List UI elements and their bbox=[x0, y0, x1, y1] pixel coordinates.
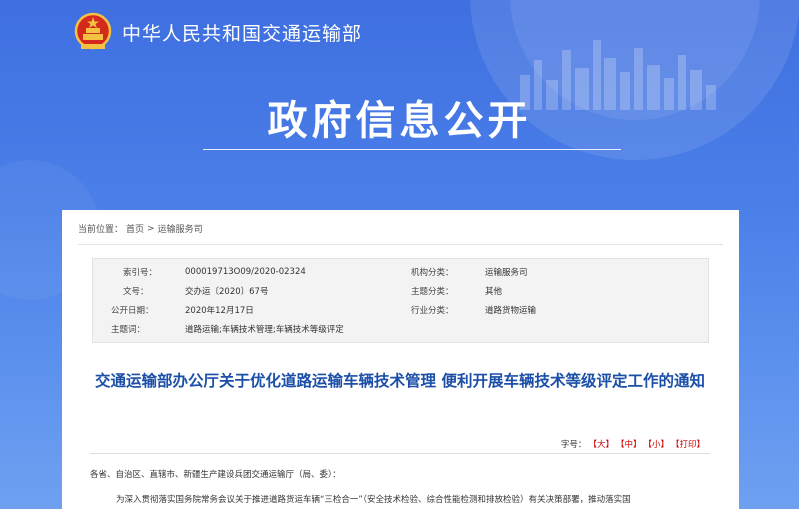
index-value: 000019713O09/2020-02324 bbox=[185, 267, 306, 277]
national-emblem-icon[interactable] bbox=[74, 12, 112, 52]
topic-label: 主题分类： bbox=[411, 287, 454, 297]
docno-value: 交办运〔2020〕67号 bbox=[185, 287, 269, 297]
breadcrumb-prefix: 当前位置： bbox=[78, 225, 124, 235]
title-divider bbox=[203, 149, 621, 150]
site-name[interactable]: 中华人民共和国交通运输部 bbox=[122, 19, 362, 46]
industry-label: 行业分类： bbox=[411, 306, 454, 316]
print-button[interactable]: 【打印】 bbox=[671, 438, 705, 450]
docno-label: 文号： bbox=[123, 287, 149, 297]
topic-value: 其他 bbox=[485, 287, 503, 297]
org-value: 运输服务司 bbox=[485, 268, 528, 278]
document-salutation: 各省、自治区、直辖市、新疆生产建设兵团交通运输厅（局、委）： bbox=[90, 470, 341, 480]
industry-value: 道路货物运输 bbox=[485, 306, 537, 316]
breadcrumb-department[interactable]: 运输服务司 bbox=[158, 222, 203, 235]
breadcrumb-divider bbox=[78, 244, 723, 245]
document-paragraph: 为深入贯彻落实国务院常务会议关于推进道路货运车辆“三检合一”（安全技术检验、综合… bbox=[116, 495, 631, 505]
font-size-label: 字号： bbox=[560, 440, 587, 450]
document-title: 交通运输部办公厅关于优化道路运输车辆技术管理 便利开展车辆技术等级评定工作的通知 bbox=[95, 372, 705, 390]
site-header: 中华人民共和国交通运输部 bbox=[74, 10, 362, 54]
page-title: 政府信息公开 bbox=[267, 98, 532, 144]
date-value: 2020年12月17日 bbox=[185, 306, 254, 316]
keywords-label: 主题词： bbox=[111, 325, 146, 335]
keywords-value: 道路运输;车辆技术管理;车辆技术等级评定 bbox=[185, 325, 344, 335]
font-size-controls: 字号： 【大】 【中】 【小】 【打印】 bbox=[561, 438, 705, 450]
breadcrumb-home[interactable]: 首页 bbox=[126, 222, 144, 235]
breadcrumb-separator: > bbox=[147, 223, 155, 234]
index-label: 索引号： bbox=[123, 268, 158, 278]
document-metadata: 索引号： 000019713O09/2020-02324 机构分类： 运输服务司… bbox=[92, 258, 709, 343]
font-small-button[interactable]: 【小】 bbox=[643, 438, 669, 450]
content-panel: 当前位置： 首页 > 运输服务司 索引号： 000019713O09/2020-… bbox=[62, 210, 739, 509]
font-medium-button[interactable]: 【中】 bbox=[616, 438, 642, 450]
date-label: 公开日期： bbox=[111, 306, 154, 316]
font-large-button[interactable]: 【大】 bbox=[588, 438, 614, 450]
breadcrumb: 当前位置： 首页 > 运输服务司 bbox=[78, 222, 203, 236]
content-divider bbox=[90, 453, 710, 454]
org-label: 机构分类： bbox=[411, 268, 454, 278]
